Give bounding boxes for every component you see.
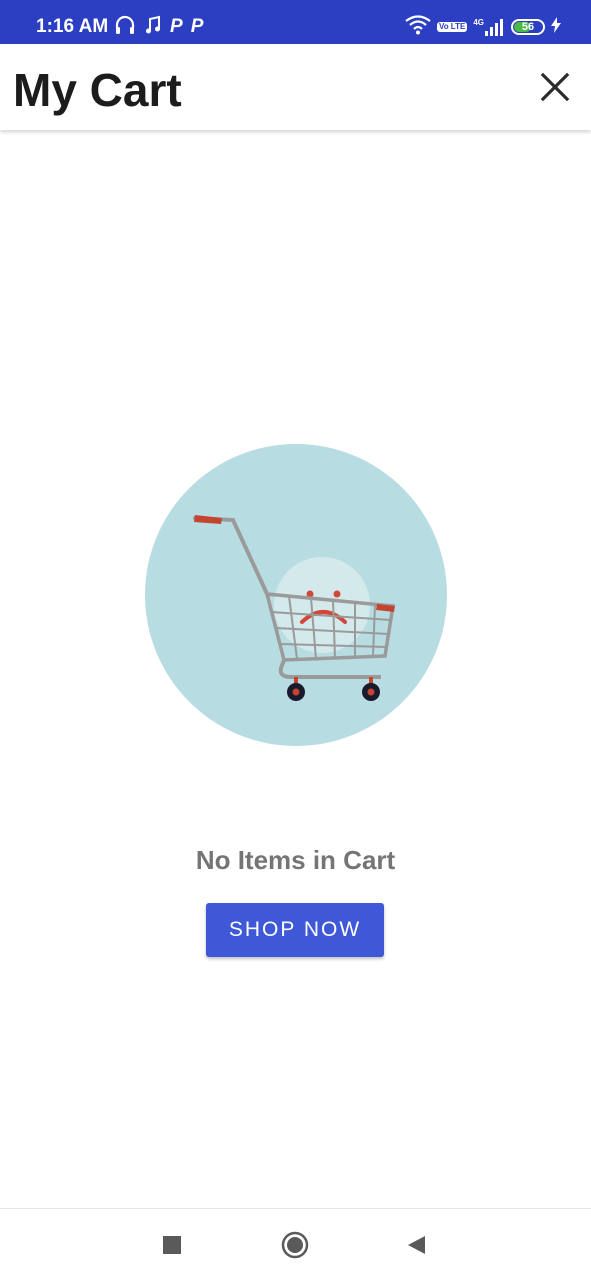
close-icon [540, 72, 570, 102]
back-button[interactable] [396, 1225, 436, 1265]
back-icon [408, 1236, 425, 1254]
shop-now-button[interactable]: SHOP NOW [206, 903, 384, 957]
battery-icon: 56 [511, 19, 545, 35]
status-notification-icons: P P [114, 14, 203, 40]
recents-icon [163, 1236, 181, 1254]
status-time: 1:16 AM [36, 16, 109, 37]
home-button[interactable] [275, 1225, 315, 1265]
page-title: My Cart [13, 64, 182, 116]
empty-cart-illustration [145, 444, 447, 746]
close-button[interactable] [535, 64, 575, 110]
status-system-icons: Vo LTE 4G 56 [405, 14, 561, 40]
headphones-icon [114, 14, 136, 41]
music-icon [144, 14, 162, 41]
home-icon [281, 1231, 309, 1259]
status-bar: 1:16 AM P P Vo LTE 4G 56 [0, 0, 591, 44]
navigation-bar [0, 1208, 591, 1281]
volte-badge: Vo LTE [436, 22, 468, 32]
signal-icon: 4G [473, 18, 505, 36]
app-header: My Cart [0, 44, 591, 130]
p-app-icon: P [190, 16, 204, 37]
charging-icon [551, 16, 561, 38]
network-type-label: 4G [473, 18, 484, 27]
battery-level: 56 [521, 21, 535, 33]
empty-cart-message: No Items in Cart [195, 845, 396, 875]
recents-button[interactable] [152, 1225, 192, 1265]
wifi-icon [405, 14, 431, 40]
p-app-icon: P [170, 16, 183, 37]
